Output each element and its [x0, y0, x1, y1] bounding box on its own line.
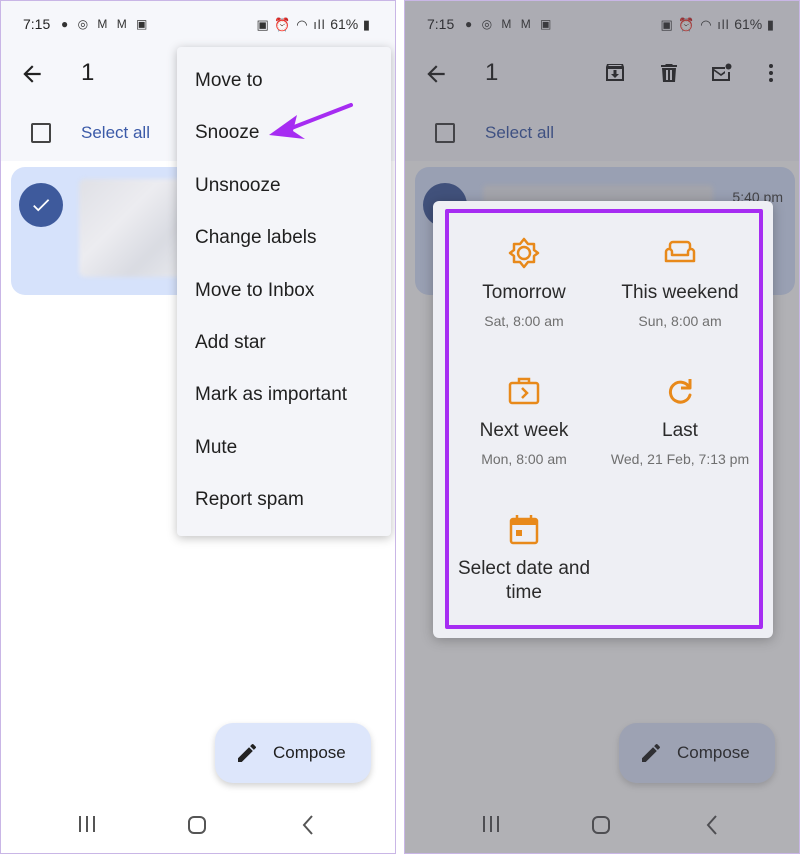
menu-item-add-star[interactable]: Add star [177, 317, 391, 369]
option-subtitle: Sat, 8:00 am [484, 313, 564, 329]
home-icon[interactable] [187, 815, 207, 835]
snooze-option-last[interactable]: Last Wed, 21 Feb, 7:13 pm [605, 373, 755, 467]
system-icons: ▣ ⏰ ◠ ıll 61% ▮ [256, 16, 371, 32]
back-arrow-icon[interactable] [19, 61, 45, 87]
recent-apps-icon[interactable] [77, 815, 97, 833]
right-screen: 7:15 ● ◎ M M ▣ ▣ ⏰ ◠ ıll 61% ▮ 1 Select … [404, 0, 800, 854]
snooze-option-this-weekend[interactable]: This weekend Sun, 8:00 am [605, 235, 755, 329]
annotation-arrow-icon [269, 103, 353, 139]
option-title: Select date and time [457, 558, 591, 603]
snooze-option-next-week[interactable]: Next week Mon, 8:00 am [449, 373, 599, 467]
menu-item-mark-important[interactable]: Mark as important [177, 369, 391, 421]
status-time: 7:15 [23, 16, 51, 32]
snooze-option-tomorrow[interactable]: Tomorrow Sat, 8:00 am [449, 235, 599, 329]
blurred-email-content [79, 179, 189, 277]
option-subtitle: Sun, 8:00 am [638, 313, 722, 329]
notification-icons: ● ◎ M M ▣ [61, 17, 151, 31]
selected-count: 1 [81, 59, 95, 86]
menu-item-mute[interactable]: Mute [177, 422, 391, 474]
checkmark-icon [33, 199, 50, 212]
left-screen: 7:15 ● ◎ M M ▣ ▣ ⏰ ◠ ıll 61% ▮ 1 Select … [0, 0, 396, 854]
menu-item-move-to-inbox[interactable]: Move to Inbox [177, 265, 391, 317]
battery-percent: 61% [330, 16, 359, 32]
menu-item-move-to[interactable]: Move to [177, 55, 391, 107]
status-bar: 7:15 ● ◎ M M ▣ ▣ ⏰ ◠ ıll 61% ▮ [1, 1, 395, 45]
sun-icon [508, 237, 540, 269]
redo-icon [668, 379, 692, 404]
menu-item-unsnooze[interactable]: Unsnooze [177, 160, 391, 212]
select-all-label[interactable]: Select all [81, 123, 150, 143]
sofa-icon [664, 240, 696, 263]
compose-button[interactable]: Compose [215, 723, 371, 783]
select-all-checkbox[interactable] [31, 123, 51, 143]
snooze-option-select-date-time[interactable]: Select date and time [449, 511, 599, 605]
signal-icon: ıll [313, 17, 326, 32]
menu-item-change-labels[interactable]: Change labels [177, 212, 391, 264]
option-subtitle: Wed, 21 Feb, 7:13 pm [610, 451, 750, 467]
option-title: Tomorrow [482, 282, 566, 303]
option-title: Next week [479, 420, 569, 441]
nav-back-icon[interactable] [299, 814, 317, 836]
option-subtitle: Mon, 8:00 am [481, 451, 567, 467]
compose-label: Compose [273, 743, 346, 762]
pencil-icon [238, 743, 256, 762]
selected-avatar[interactable] [19, 183, 63, 227]
snooze-dialog: Tomorrow Sat, 8:00 am This weekend Sun, … [433, 201, 773, 638]
option-title: Last [662, 420, 698, 441]
system-nav-bar [1, 797, 395, 853]
briefcase-icon [508, 377, 540, 405]
calendar-icon [509, 515, 539, 545]
menu-item-report-spam[interactable]: Report spam [177, 474, 391, 526]
option-title: This weekend [621, 282, 739, 303]
